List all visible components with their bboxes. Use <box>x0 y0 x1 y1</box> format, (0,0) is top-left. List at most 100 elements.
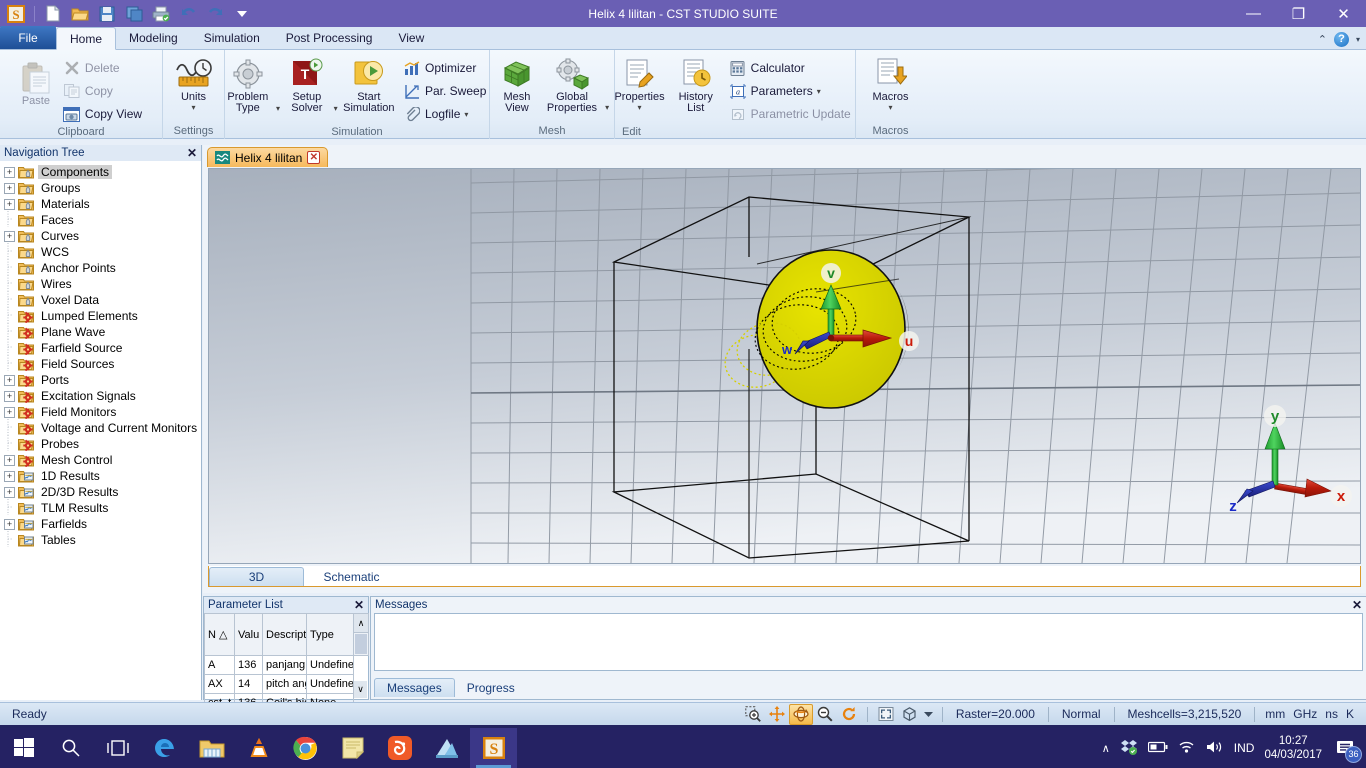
history-list-button[interactable]: History List <box>668 55 724 117</box>
zoom-out-icon[interactable] <box>813 704 837 725</box>
col-name[interactable]: N △ <box>204 613 235 656</box>
zoom-in-icon[interactable] <box>741 704 765 725</box>
param-name-cell[interactable]: AX <box>204 674 235 694</box>
tab-home[interactable]: Home <box>56 27 117 50</box>
print-icon[interactable] <box>149 3 173 25</box>
tree-item-voltage-and-current-monitors[interactable]: Voltage and Current Monitors <box>4 418 201 436</box>
tree-expander-icon[interactable]: + <box>4 454 15 466</box>
cst-studio-icon[interactable]: S <box>470 728 517 768</box>
dropbox-icon[interactable] <box>1120 739 1138 758</box>
global-properties-caret-icon[interactable]: ▾ <box>605 104 609 112</box>
tree-item-materials[interactable]: + Materials <box>4 196 201 212</box>
show-hidden-icons-icon[interactable]: ∧ <box>1102 742 1110 755</box>
param-type-cell[interactable]: Undefine <box>306 655 354 675</box>
view-dropdown-caret-icon[interactable] <box>922 704 936 725</box>
tab-view[interactable]: View <box>385 26 437 49</box>
param-description-cell[interactable]: pitch ang <box>262 674 307 694</box>
copy-button[interactable]: Copy <box>60 80 148 102</box>
uc-browser-icon[interactable] <box>376 728 423 768</box>
macros-button[interactable]: Macros ▾ <box>866 55 914 115</box>
minimize-ribbon-icon[interactable]: ⌃ <box>1318 33 1327 46</box>
col-description[interactable]: Descript <box>262 613 307 656</box>
param-value-cell[interactable]: 136 <box>234 655 263 675</box>
tree-expander-icon[interactable]: + <box>4 486 15 498</box>
logfile-button[interactable]: Logfile ▾ <box>400 103 492 125</box>
file-explorer-icon[interactable] <box>188 728 235 768</box>
setup-solver-caret-icon[interactable]: ▾ <box>334 105 338 113</box>
tree-item-ports[interactable]: + Ports <box>4 372 201 388</box>
tree-item-mesh-control[interactable]: + Mesh Control <box>4 452 201 468</box>
col-value[interactable]: Valu <box>234 613 263 656</box>
progress-tab[interactable]: Progress <box>455 678 527 697</box>
tree-expander-icon[interactable]: + <box>4 470 15 482</box>
tree-item-probes[interactable]: Probes <box>4 434 201 452</box>
save-icon[interactable] <box>95 3 119 25</box>
tree-item-lumped-elements[interactable]: Lumped Elements <box>4 306 201 324</box>
param-type-cell[interactable]: Undefine <box>306 674 354 694</box>
tree-item-plane-wave[interactable]: Plane Wave <box>4 322 201 340</box>
units-caret-icon[interactable]: ▾ <box>191 104 195 112</box>
chrome-browser-icon[interactable] <box>282 728 329 768</box>
tree-expander-icon[interactable]: + <box>4 230 15 242</box>
properties-button[interactable]: Properties ▾ <box>613 55 665 115</box>
pan-icon[interactable] <box>765 704 789 725</box>
tree-item-tables[interactable]: Tables <box>4 530 201 548</box>
units-button[interactable]: Units ▾ <box>169 55 219 115</box>
reset-view-icon[interactable] <box>837 704 861 725</box>
tree-item-groups[interactable]: + Groups <box>4 180 201 196</box>
problem-type-button[interactable]: Problem Type <box>222 55 274 117</box>
parameter-row[interactable]: A 136 panjang Undefine <box>204 655 369 675</box>
parameter-scrollbar[interactable]: ∧ ∨ <box>353 613 369 698</box>
fit-to-screen-icon[interactable] <box>874 704 898 725</box>
parameters-button[interactable]: a Parameters ▾ <box>726 80 857 102</box>
help-dropdown-caret-icon[interactable]: ▾ <box>1356 35 1360 44</box>
status-unit-mm[interactable]: mm <box>1261 707 1289 721</box>
tab-post-processing[interactable]: Post Processing <box>273 26 386 49</box>
scroll-thumb[interactable] <box>355 634 367 654</box>
tree-item-field-sources[interactable]: Field Sources <box>4 354 201 372</box>
tab-modeling[interactable]: Modeling <box>116 26 191 49</box>
open-folder-icon[interactable] <box>68 3 92 25</box>
photos-icon[interactable] <box>423 728 470 768</box>
tree-expander-icon[interactable]: + <box>4 374 15 386</box>
optimizer-button[interactable]: Optimizer <box>400 57 492 79</box>
close-button[interactable]: ✕ <box>1321 0 1366 27</box>
tree-item-2d-3d-results[interactable]: +2D/3D Results <box>4 484 201 500</box>
tree-item-farfields[interactable]: + Farfields <box>4 516 201 532</box>
par-sweep-button[interactable]: Par. Sweep <box>400 80 492 102</box>
document-tab-helix[interactable]: Helix 4 lilitan ✕ <box>207 147 329 167</box>
undo-icon[interactable] <box>176 3 200 25</box>
battery-icon[interactable] <box>1147 741 1168 756</box>
clock[interactable]: 10:27 04/03/2017 <box>1264 734 1322 762</box>
mesh-view-button[interactable]: Mesh View <box>495 55 539 117</box>
macros-caret-icon[interactable]: ▾ <box>888 104 892 112</box>
tree-item-1d-results[interactable]: +1D Results <box>4 468 201 484</box>
tree-item-curves[interactable]: + Curves <box>4 228 201 244</box>
status-unit-ghz[interactable]: GHz <box>1289 707 1321 721</box>
status-unit-k[interactable]: K <box>1342 707 1358 721</box>
calculator-button[interactable]: Calculator <box>726 57 857 79</box>
messages-close-icon[interactable]: ✕ <box>1352 598 1362 612</box>
paste-button[interactable]: Paste <box>14 59 58 110</box>
tree-item-voxel-data[interactable]: Voxel Data <box>4 290 201 308</box>
redo-icon[interactable] <box>203 3 227 25</box>
messages-body[interactable] <box>374 613 1363 671</box>
tree-item-components[interactable]: + Components <box>4 164 201 180</box>
tree-item-faces[interactable]: Faces <box>4 210 201 228</box>
minimize-button[interactable]: — <box>1231 0 1276 27</box>
view-tab-schematic[interactable]: Schematic <box>304 567 399 586</box>
tree-item-tlm-results[interactable]: TLM Results <box>4 498 201 516</box>
tree-expander-icon[interactable]: + <box>4 166 15 178</box>
edge-browser-icon[interactable] <box>141 728 188 768</box>
help-icon[interactable]: ? <box>1333 32 1349 47</box>
param-name-cell[interactable]: A <box>204 655 235 675</box>
tree-expander-icon[interactable]: + <box>4 390 15 402</box>
param-value-cell[interactable]: 14 <box>234 674 263 694</box>
save-as-icon[interactable] <box>122 3 146 25</box>
parametric-update-button[interactable]: Parametric Update <box>726 103 857 125</box>
tree-item-wcs[interactable]: WCS <box>4 242 201 260</box>
new-file-icon[interactable] <box>41 3 65 25</box>
delete-button[interactable]: Delete <box>60 57 148 79</box>
document-tab-close-icon[interactable]: ✕ <box>307 151 321 164</box>
tree-expander-icon[interactable]: + <box>4 198 15 210</box>
